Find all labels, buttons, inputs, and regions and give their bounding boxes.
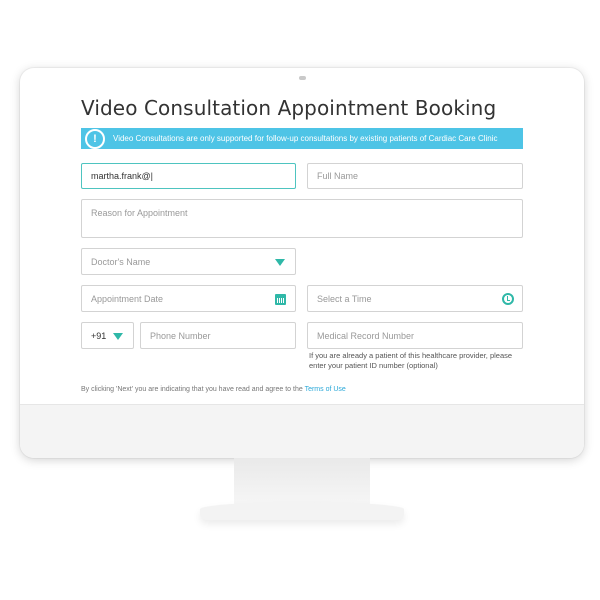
mrn-placeholder: Medical Record Number [317,330,415,341]
phone-field[interactable]: Phone Number [140,322,296,349]
chevron-down-icon [275,258,285,266]
camera-dot [299,76,306,80]
terms-link[interactable]: Terms of Use [305,386,346,393]
doctor-placeholder: Doctor's Name [91,256,151,267]
date-placeholder: Appointment Date [91,293,164,304]
time-field[interactable]: Select a Time [307,285,523,312]
calendar-icon[interactable] [275,293,286,305]
notice-text: Video Consultations are only supported f… [113,134,498,143]
phone-placeholder: Phone Number [150,330,211,341]
monitor-stand-base [200,502,404,520]
terms-prefix: By clicking 'Next' you are indicating th… [81,386,305,393]
page-title: Video Consultation Appointment Booking [81,96,497,120]
monitor-chin [20,404,584,458]
screen: Video Consultation Appointment Booking !… [30,84,575,406]
clock-icon[interactable] [502,292,514,305]
monitor-stand [234,458,370,508]
medical-record-field[interactable]: Medical Record Number [307,322,523,349]
full-name-placeholder: Full Name [317,171,359,181]
country-code-select[interactable]: +91 [81,322,134,349]
reason-field[interactable]: Reason for Appointment [81,199,523,238]
time-placeholder: Select a Time [317,293,372,304]
terms-note: By clicking 'Next' you are indicating th… [81,386,346,393]
mrn-helper-text: If you are already a patient of this hea… [309,351,513,370]
exclamation-icon: ! [85,128,105,149]
notice-banner: ! Video Consultations are only supported… [81,128,523,149]
email-value: martha.frank@| [91,171,153,181]
full-name-field[interactable]: Full Name [307,163,523,189]
appointment-date-field[interactable]: Appointment Date [81,285,296,312]
chevron-down-icon [113,332,123,340]
email-field[interactable]: martha.frank@| [81,163,296,189]
doctor-select[interactable]: Doctor's Name [81,248,296,275]
reason-placeholder: Reason for Appointment [91,208,188,218]
country-code-value: +91 [91,330,107,341]
